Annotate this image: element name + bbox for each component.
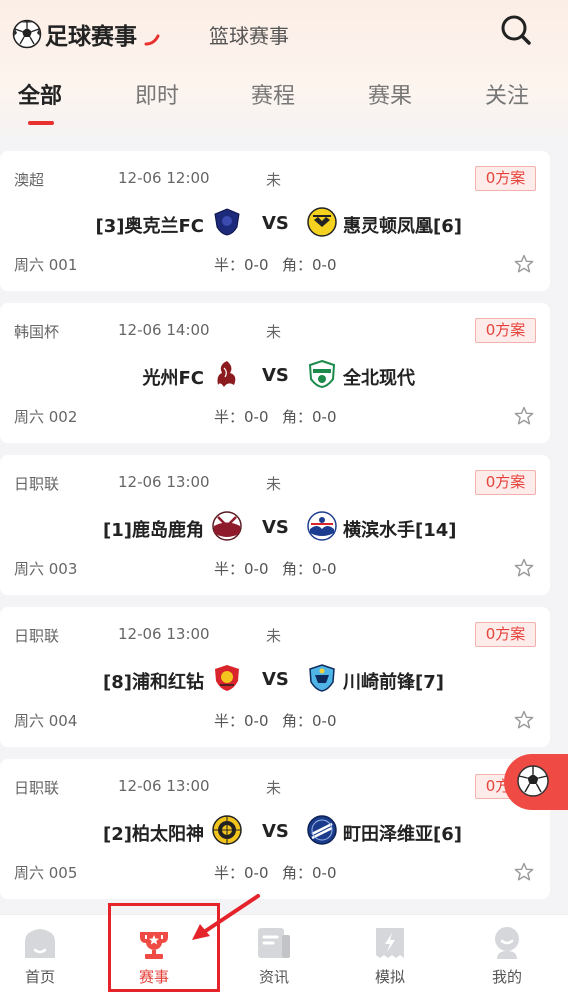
tabbar-news-label: 资讯	[258, 968, 289, 986]
football-icon	[517, 765, 549, 797]
home-team-logo	[215, 665, 239, 691]
away-team-logo	[307, 207, 337, 237]
tabbar-profile-label: 我的	[491, 968, 522, 986]
plans-badge[interactable]: 0方案	[475, 622, 536, 647]
match-card[interactable]: 日职联 12-06 13:00 未 0方案 [2]柏太阳神 VS 町田泽维亚[6…	[0, 759, 550, 899]
match-status: 未	[266, 475, 282, 493]
search-icon[interactable]	[498, 12, 534, 48]
away-team-name: 横滨水手[14]	[343, 520, 457, 541]
match-status: 未	[266, 323, 282, 341]
plans-badge[interactable]: 0方案	[475, 318, 536, 343]
star-icon[interactable]	[514, 406, 534, 426]
match-number: 周六 004	[14, 712, 78, 730]
floating-action-button[interactable]	[504, 754, 568, 810]
halftime-score: 半：0-0	[214, 712, 269, 730]
football-icon	[12, 19, 42, 49]
home-team-name: [2]柏太阳神	[103, 824, 204, 845]
tab-followed[interactable]: 关注	[485, 78, 529, 110]
vs-label: VS	[262, 365, 289, 386]
match-number: 周六 001	[14, 256, 78, 274]
home-team-logo	[212, 511, 242, 541]
away-team-name: 全北现代	[343, 368, 415, 389]
match-time: 12-06 13:00	[118, 625, 210, 643]
tab-football[interactable]: 足球赛事	[12, 14, 137, 54]
star-icon[interactable]	[514, 862, 534, 882]
away-team-name: 惠灵顿凤凰[6]	[343, 216, 462, 237]
star-icon[interactable]	[514, 254, 534, 274]
tab-all[interactable]: 全部	[18, 78, 62, 110]
corner-score: 角：0-0	[282, 256, 337, 274]
away-team-logo	[309, 664, 335, 692]
tab-live[interactable]: 即时	[135, 78, 179, 110]
plans-badge[interactable]: 0方案	[475, 470, 536, 495]
league-name: 日职联	[14, 779, 60, 797]
home-team-logo	[214, 208, 240, 236]
vs-label: VS	[262, 821, 289, 842]
away-team-logo	[307, 815, 337, 845]
league-name: 日职联	[14, 475, 60, 493]
match-time: 12-06 13:00	[118, 473, 210, 491]
corner-score: 角：0-0	[282, 408, 337, 426]
match-time: 12-06 13:00	[118, 777, 210, 795]
corner-score: 角：0-0	[282, 712, 337, 730]
star-icon[interactable]	[514, 710, 534, 730]
tab-results[interactable]: 赛果	[368, 78, 412, 110]
tab-football-label: 足球赛事	[45, 24, 137, 50]
category-tabs: 全部 即时 赛程 赛果 关注	[0, 78, 568, 118]
match-number: 周六 002	[14, 408, 78, 426]
match-status: 未	[266, 627, 282, 645]
match-card[interactable]: 日职联 12-06 13:00 未 0方案 [1]鹿岛鹿角 VS 横滨水手[14…	[0, 455, 550, 595]
away-team-name: 町田泽维亚[6]	[343, 824, 462, 845]
match-number: 周六 003	[14, 560, 78, 578]
home-team-name: [3]奥克兰FC	[95, 216, 204, 237]
league-name: 日职联	[14, 627, 60, 645]
tab-basketball-label: 篮球赛事	[209, 23, 289, 48]
home-team-logo	[212, 815, 242, 845]
away-team-name: 川崎前锋[7]	[343, 672, 444, 693]
header: 足球赛事 篮球赛事 全部 即时 赛程 赛果 关注	[0, 0, 568, 136]
tab-basketball[interactable]: 篮球赛事	[209, 14, 289, 54]
halftime-score: 半：0-0	[214, 864, 269, 882]
vs-label: VS	[262, 517, 289, 538]
tabbar-simulate[interactable]: 模拟	[340, 915, 440, 992]
home-team-name: [1]鹿岛鹿角	[103, 520, 204, 541]
match-card[interactable]: 澳超 12-06 12:00 未 0方案 [3]奥克兰FC VS 惠灵顿凤凰[6…	[0, 151, 550, 291]
match-card[interactable]: 韩国杯 12-06 14:00 未 0方案 光州FC VS 全北现代 周六 00…	[0, 303, 550, 443]
tab-active-indicator	[144, 34, 160, 46]
category-active-underline	[28, 121, 54, 125]
away-team-logo	[308, 359, 336, 389]
home-team-name: 光州FC	[142, 368, 204, 389]
away-team-logo	[307, 511, 337, 541]
tabbar-home[interactable]: 首页	[0, 915, 90, 992]
match-card[interactable]: 日职联 12-06 13:00 未 0方案 [8]浦和红钻 VS 川崎前锋[7]…	[0, 607, 550, 747]
ticket-icon	[376, 928, 404, 958]
halftime-score: 半：0-0	[214, 256, 269, 274]
plans-badge[interactable]: 0方案	[475, 166, 536, 191]
match-status: 未	[266, 171, 282, 189]
tabbar-profile[interactable]: 我的	[457, 915, 557, 992]
halftime-score: 半：0-0	[214, 560, 269, 578]
star-icon[interactable]	[514, 558, 534, 578]
league-name: 澳超	[14, 171, 45, 189]
match-status: 未	[266, 779, 282, 797]
match-number: 周六 005	[14, 864, 78, 882]
vs-label: VS	[262, 669, 289, 690]
home-team-logo	[217, 361, 236, 387]
match-time: 12-06 14:00	[118, 321, 210, 339]
home-icon	[25, 929, 55, 958]
bottom-tab-bar: 首页 赛事 资讯 模拟 我的	[0, 914, 568, 992]
tabbar-simulate-label: 模拟	[374, 968, 405, 986]
halftime-score: 半：0-0	[214, 408, 269, 426]
league-name: 韩国杯	[14, 323, 60, 341]
profile-icon	[495, 927, 519, 959]
tabbar-home-label: 首页	[24, 968, 55, 986]
home-team-name: [8]浦和红钻	[103, 672, 204, 693]
annotation-arrow	[192, 894, 260, 940]
vs-label: VS	[262, 213, 289, 234]
tab-schedule[interactable]: 赛程	[251, 78, 295, 110]
match-time: 12-06 12:00	[118, 169, 210, 187]
corner-score: 角：0-0	[282, 560, 337, 578]
corner-score: 角：0-0	[282, 864, 337, 882]
